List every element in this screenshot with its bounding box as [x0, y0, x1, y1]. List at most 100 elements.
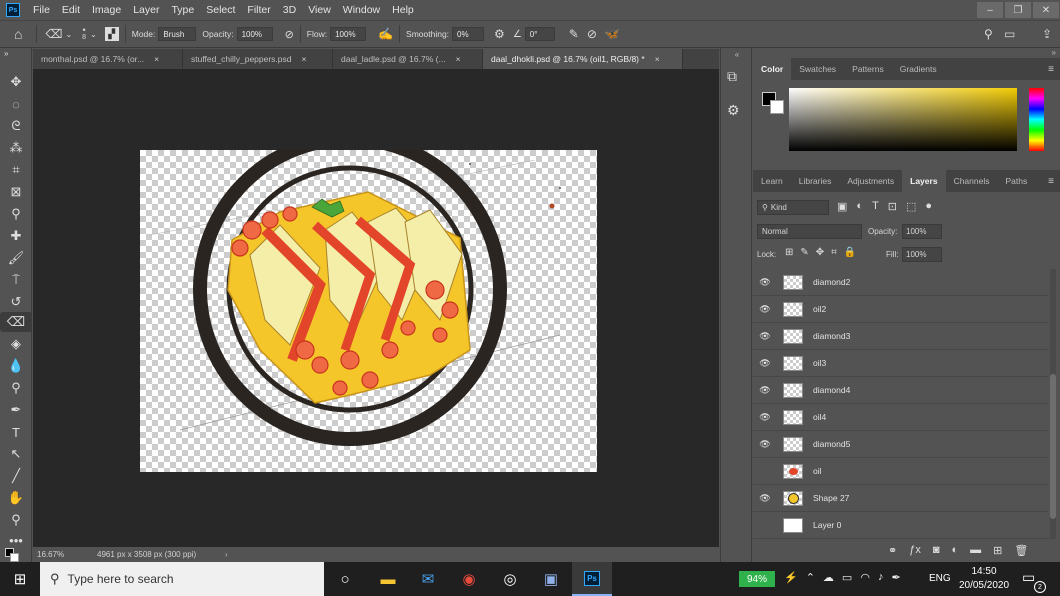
new-layer-icon[interactable]: ⊞ — [993, 544, 1002, 557]
visibility-eye-icon[interactable]: ▫ — [753, 520, 777, 530]
zoom-level[interactable]: 16.67% — [37, 550, 87, 559]
layer-row-diamond3[interactable]: 👁 diamond3 — [753, 323, 1049, 350]
shape-filter-icon[interactable]: ⊡ — [888, 200, 897, 213]
share-icon[interactable]: ⇪ — [1042, 27, 1052, 41]
gear-icon[interactable]: ⚙ — [494, 27, 505, 41]
delete-layer-icon[interactable]: 🗑 — [1014, 544, 1028, 557]
frame-tool-icon[interactable]: ⊠ — [0, 182, 32, 202]
notification-icon[interactable]: ▭ — [1022, 569, 1035, 586]
lock-all-icon[interactable]: 🔒 — [844, 247, 856, 258]
photos-app-icon[interactable]: ▣ — [531, 562, 571, 596]
clock[interactable]: 14:50 20/05/2020 — [956, 565, 1012, 593]
tab-gradients[interactable]: Gradients — [892, 58, 945, 80]
tab-layers[interactable]: Layers — [902, 170, 946, 192]
menu-view[interactable]: View — [302, 4, 337, 16]
hue-slider[interactable] — [1029, 88, 1044, 151]
opacity-field[interactable]: 100% — [236, 27, 273, 41]
layer-row-layer-0[interactable]: ▫ Layer 0 — [753, 512, 1049, 539]
lock-position-icon[interactable]: ✥ — [816, 247, 824, 258]
tab-stuffed-chilly-peppers[interactable]: stuffed_chilly_peppers.psd × — [183, 49, 333, 69]
chevron-down-icon[interactable]: ⌄ — [65, 30, 72, 39]
type-filter-icon[interactable]: T — [872, 200, 879, 213]
angle-field[interactable]: 0° — [524, 27, 555, 41]
tab-adjustments[interactable]: Adjustments — [839, 170, 902, 192]
task-view-icon[interactable]: ○ — [325, 562, 365, 596]
brush-tool-icon[interactable]: 🖌 — [0, 248, 32, 268]
panel-menu-icon[interactable]: ≡ — [1048, 64, 1054, 75]
menu-image[interactable]: Image — [86, 4, 127, 16]
windows-start-icon[interactable]: ⊞ — [0, 562, 40, 596]
document-canvas[interactable] — [140, 150, 597, 472]
pen-tool-icon[interactable]: ✒ — [0, 400, 32, 420]
history-brush-tool-icon[interactable]: ↺ — [0, 292, 32, 312]
menu-edit[interactable]: Edit — [56, 4, 86, 16]
visibility-eye-icon[interactable]: 👁 — [753, 412, 777, 423]
smart-object-filter-icon[interactable]: ⬚ — [906, 200, 916, 213]
more-tools-icon[interactable]: ••• — [0, 530, 32, 550]
tab-paths[interactable]: Paths — [997, 170, 1035, 192]
flow-field[interactable]: 100% — [330, 27, 367, 41]
close-window-button[interactable]: ✕ — [1033, 2, 1059, 18]
menu-select[interactable]: Select — [200, 4, 241, 16]
paint-bucket-tool-icon[interactable]: ◈ — [0, 334, 32, 354]
lock-pixels-icon[interactable]: ✎ — [800, 247, 808, 258]
visibility-eye-icon[interactable]: 👁 — [753, 331, 777, 342]
zoom-tool-icon[interactable]: ⚲ — [0, 510, 32, 530]
visibility-eye-icon[interactable]: 👁 — [753, 277, 777, 288]
cloud-icon[interactable]: ☁ — [823, 571, 834, 584]
tab-color[interactable]: Color — [753, 58, 792, 80]
hand-tool-icon[interactable]: ✋ — [0, 488, 32, 508]
pen-icon[interactable]: ✒ — [891, 571, 900, 584]
layer-row-diamond2[interactable]: 👁 diamond2 — [753, 269, 1049, 296]
path-selection-tool-icon[interactable]: ↖ — [0, 444, 32, 464]
layer-row-diamond4[interactable]: 👁 diamond4 — [753, 377, 1049, 404]
layer-row-oil4[interactable]: 👁 oil4 — [753, 404, 1049, 431]
lock-transparent-icon[interactable]: ⊞ — [785, 247, 793, 258]
layer-row-oil2[interactable]: 👁 oil2 — [753, 296, 1049, 323]
home-icon[interactable]: ⌂ — [14, 26, 22, 42]
taskbar-search[interactable]: ⚲ Type here to search — [40, 562, 324, 596]
erase-to-history-icon[interactable]: ✎ — [569, 27, 579, 41]
battery-indicator[interactable]: 94% — [739, 571, 775, 587]
close-icon[interactable]: × — [302, 54, 307, 64]
tab-channels[interactable]: Channels — [946, 170, 998, 192]
type-tool-icon[interactable]: T — [0, 422, 32, 442]
visibility-eye-icon[interactable]: 👁 — [753, 304, 777, 315]
collapse-toolbar-icon[interactable]: » — [0, 48, 32, 58]
power-icon[interactable]: ⚡ — [784, 571, 798, 584]
new-group-icon[interactable]: ▬ — [970, 544, 981, 557]
tab-swatches[interactable]: Swatches — [791, 58, 844, 80]
language-indicator[interactable]: ENG — [929, 573, 951, 584]
mode-select[interactable]: Brush — [158, 27, 197, 41]
filter-toggle-icon[interactable]: ● — [925, 200, 932, 213]
lock-artboard-icon[interactable]: ⌗ — [831, 247, 837, 258]
layers-scrollbar[interactable] — [1050, 269, 1056, 539]
visibility-eye-icon[interactable]: 👁 — [753, 493, 777, 504]
visibility-eye-icon[interactable]: 👁 — [753, 385, 777, 396]
chevron-right-icon[interactable]: › — [225, 550, 228, 559]
battery-icon[interactable]: ▭ — [842, 571, 852, 584]
menu-type[interactable]: Type — [165, 4, 200, 16]
expand-icon[interactable]: » — [753, 48, 1060, 58]
adjustment-filter-icon[interactable]: ◐ — [856, 200, 863, 213]
color-field[interactable] — [789, 88, 1017, 151]
collapse-panels-icon[interactable]: « — [721, 50, 753, 59]
airbrush-icon[interactable]: ✍ — [378, 27, 393, 41]
brush-panel-icon[interactable]: ▞ — [104, 27, 119, 41]
tab-daal-dhokli[interactable]: daal_dhokli.psd @ 16.7% (oil1, RGB/8) * × — [483, 49, 683, 69]
menu-help[interactable]: Help — [386, 4, 420, 16]
move-tool-icon[interactable]: ✥ — [0, 72, 32, 92]
mail-icon[interactable]: ✉ — [408, 562, 448, 596]
link-layers-icon[interactable]: ⚭ — [888, 544, 897, 557]
tab-learn[interactable]: Learn — [753, 170, 791, 192]
adjustment-layer-icon[interactable]: ◐ — [952, 544, 959, 557]
file-explorer-icon[interactable]: ▬ — [368, 562, 408, 596]
scrollbar-thumb[interactable] — [1050, 374, 1056, 519]
panel-menu-icon[interactable]: ≡ — [1048, 176, 1054, 187]
eyedropper-tool-icon[interactable]: ⚲ — [0, 204, 32, 224]
blend-mode-select[interactable]: Normal — [757, 224, 862, 239]
layer-row-shape-27[interactable]: 👁 Shape 27 — [753, 485, 1049, 512]
pressure-size-icon[interactable]: ⊘ — [587, 27, 597, 41]
minimize-button[interactable]: – — [977, 2, 1003, 18]
menu-layer[interactable]: Layer — [127, 4, 165, 16]
